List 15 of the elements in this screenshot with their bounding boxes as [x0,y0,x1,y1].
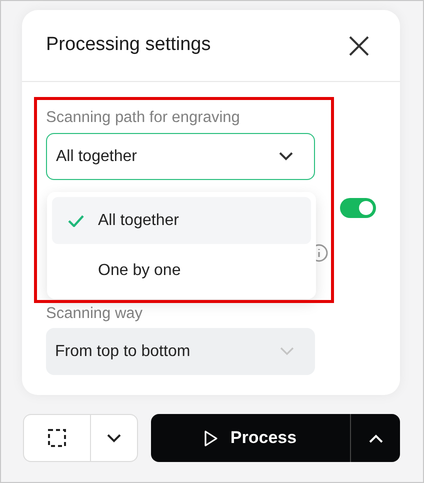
chevron-down-icon [280,347,294,356]
chevron-down-icon [107,434,121,442]
field-label: Scanning way [46,304,143,324]
panel-title: Processing settings [46,33,211,58]
field-label: Scanning path for engraving [46,108,241,128]
path-select[interactable]: All together [46,133,315,180]
check-icon [68,214,84,226]
chevron-up-icon [368,434,382,442]
chevron-down-icon [279,152,293,161]
toggle-switch[interactable] [340,198,376,218]
close-icon[interactable] [348,34,370,56]
play-icon [204,430,218,446]
dashed-square-icon [48,429,66,447]
dropdown-option[interactable]: All together [52,197,311,244]
process-button[interactable]: Process [151,414,351,462]
